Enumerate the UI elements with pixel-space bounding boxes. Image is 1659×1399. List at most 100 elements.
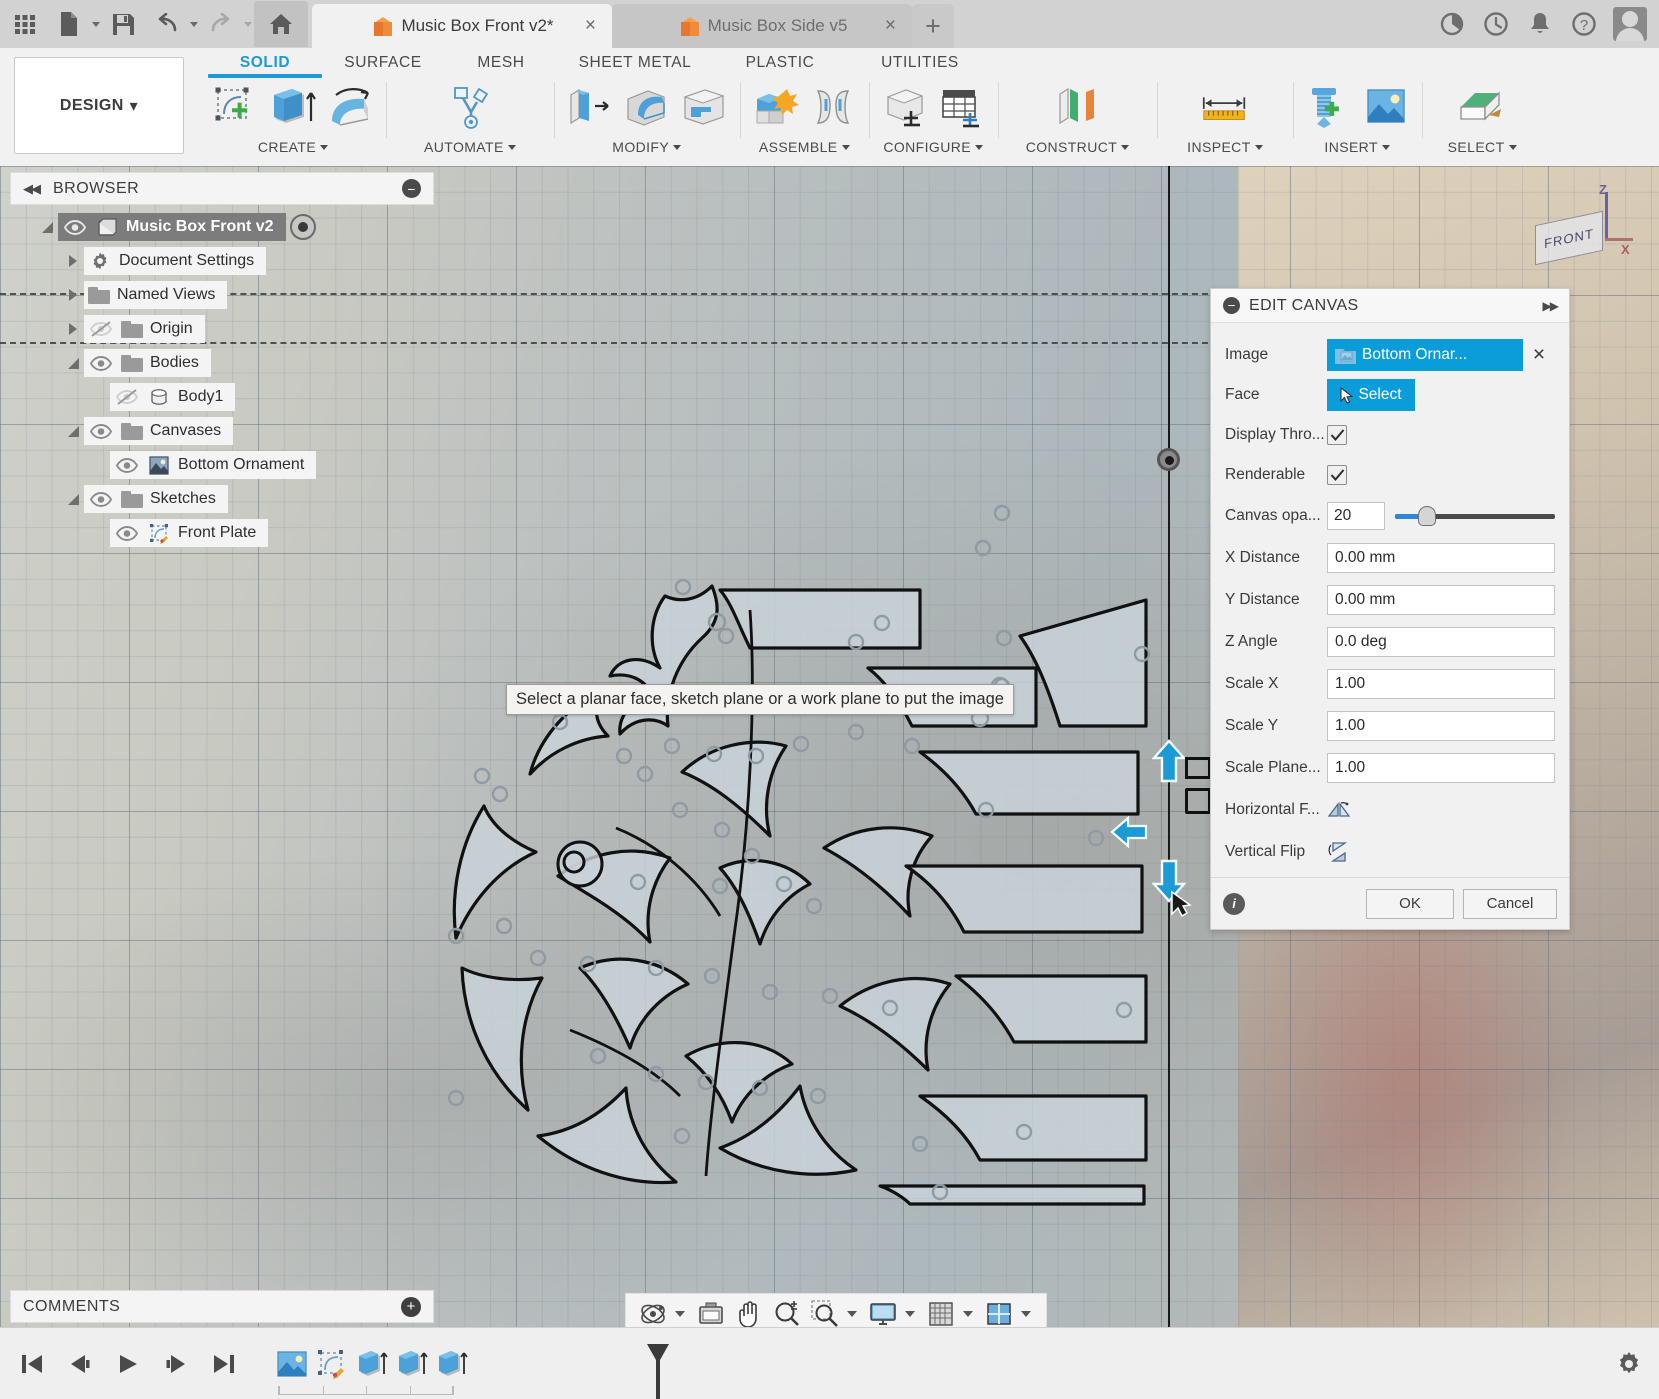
tree-chip[interactable]: Origin [84, 315, 205, 343]
tree-row-sketches[interactable]: Sketches [10, 482, 434, 516]
close-icon[interactable]: × [885, 15, 896, 37]
create-sketch-icon[interactable] [209, 80, 263, 134]
undo-caret-icon[interactable] [190, 22, 198, 27]
home-icon[interactable] [254, 1, 308, 47]
zoom-window-caret-icon[interactable] [847, 1311, 857, 1317]
extrude-feature-icon[interactable] [434, 1346, 470, 1382]
user-avatar[interactable] [1613, 7, 1647, 41]
ok-button[interactable]: OK [1366, 889, 1454, 919]
ribbon-panel-label-create[interactable]: CREATE [258, 136, 328, 158]
look-at-icon[interactable] [694, 1297, 728, 1331]
canvas-scale-handle-1[interactable] [1185, 757, 1211, 779]
redo-icon[interactable] [200, 2, 242, 46]
tree-row-bodies[interactable]: Bodies [10, 346, 434, 380]
x-distance-input[interactable]: 0.00 mm [1327, 543, 1555, 573]
ribbon-panel-label-assemble[interactable]: ASSEMBLE [759, 136, 850, 158]
tree-row-canvases[interactable]: Canvases [10, 414, 434, 448]
collapse-panel-icon[interactable]: ◀◀ [23, 181, 39, 197]
ribbon-tab-solid[interactable]: SOLID [206, 54, 324, 72]
undo-icon[interactable] [146, 2, 188, 46]
eye-hidden-icon[interactable] [88, 316, 114, 342]
orbit-caret-icon[interactable] [675, 1311, 685, 1317]
twisty-open-icon[interactable] [36, 210, 58, 244]
tree-chip[interactable]: Sketches [84, 485, 228, 513]
canvas-opacity-slider[interactable] [1395, 502, 1555, 530]
ribbon-tab-mesh[interactable]: MESH [442, 54, 560, 72]
ribbon-panel-label-inspect[interactable]: INSPECT [1187, 136, 1262, 158]
canvas-move-up-arrow[interactable] [1152, 739, 1186, 783]
ribbon-panel-label-construct[interactable]: CONSTRUCT [1026, 136, 1129, 158]
cancel-button[interactable]: Cancel [1463, 889, 1557, 919]
twisty-closed-icon[interactable] [62, 312, 84, 346]
twisty-open-icon[interactable] [62, 482, 84, 516]
renderable-checkbox[interactable] [1327, 465, 1347, 485]
ribbon-panel-label-modify[interactable]: MODIFY [612, 136, 681, 158]
new-tab-button[interactable]: + [912, 4, 954, 48]
fillet-icon[interactable] [620, 80, 674, 134]
origin-point[interactable] [1157, 448, 1180, 471]
horizontal-flip-icon[interactable] [1327, 800, 1351, 820]
extensions-icon[interactable] [1437, 9, 1467, 39]
help-icon[interactable]: ? [1569, 9, 1599, 39]
y-distance-input[interactable]: 0.00 mm [1327, 585, 1555, 615]
joint-icon[interactable] [806, 80, 860, 134]
comments-panel[interactable]: COMMENTS + [10, 1290, 434, 1323]
save-icon[interactable] [102, 2, 144, 46]
document-tab-1[interactable]: Music Box Side v5 × [612, 4, 912, 48]
tree-chip[interactable]: Body1 [110, 383, 235, 411]
pan-icon[interactable] [732, 1297, 766, 1331]
scale-x-input[interactable]: 1.00 [1327, 669, 1555, 699]
tree-chip[interactable]: Bottom Ornament [110, 451, 316, 479]
grid-snaps-caret-icon[interactable] [963, 1311, 973, 1317]
canvas-opacity-input[interactable]: 20 [1327, 502, 1385, 530]
zoom-window-icon[interactable] [808, 1297, 842, 1331]
extrude-icon[interactable] [266, 80, 320, 134]
shell-icon[interactable] [677, 80, 731, 134]
eye-visible-icon[interactable] [88, 486, 114, 512]
step-back-icon[interactable] [64, 1348, 96, 1380]
extrude-feature-icon[interactable] [394, 1346, 430, 1382]
eye-visible-icon[interactable] [88, 418, 114, 444]
minimize-icon[interactable]: − [402, 179, 421, 198]
tree-row-origin[interactable]: Origin [10, 312, 434, 346]
undo-group[interactable] [146, 2, 198, 46]
view-cube[interactable]: Z X FRONT [1517, 180, 1637, 280]
canvas-scale-handle-2[interactable] [1185, 788, 1211, 814]
step-forward-icon[interactable] [160, 1348, 192, 1380]
eye-visible-icon[interactable] [62, 214, 88, 240]
twisty-closed-icon[interactable] [62, 244, 84, 278]
z-angle-input[interactable]: 0.0 deg [1327, 627, 1555, 657]
clear-image-icon[interactable]: × [1523, 343, 1555, 367]
ribbon-tab-surface[interactable]: SURFACE [324, 54, 442, 72]
app-grid-icon[interactable] [4, 2, 46, 46]
ribbon-tab-sheet-metal[interactable]: SHEET METAL [560, 54, 710, 72]
tree-chip[interactable]: Bodies [84, 349, 211, 377]
ribbon-tab-plastic[interactable]: PLASTIC [710, 54, 850, 72]
tree-row-bottom-ornament[interactable]: Bottom Ornament [10, 448, 434, 482]
slider-handle[interactable] [1418, 506, 1436, 526]
twisty-closed-icon[interactable] [62, 278, 84, 312]
display-settings-icon[interactable] [866, 1297, 900, 1331]
image-select-button[interactable]: Bottom Ornar... [1327, 339, 1523, 371]
offset-plane-icon[interactable] [1050, 80, 1104, 134]
vertical-flip-icon[interactable] [1327, 841, 1351, 863]
revolve-icon[interactable] [323, 80, 377, 134]
play-icon[interactable] [112, 1348, 144, 1380]
viewports-icon[interactable] [982, 1297, 1016, 1331]
display-through-checkbox[interactable] [1327, 425, 1347, 445]
timeline-marker[interactable] [646, 1342, 658, 1399]
grid-snaps-icon[interactable] [924, 1297, 958, 1331]
zoom-icon[interactable] [770, 1297, 804, 1331]
canvas-move-left-arrow[interactable] [1110, 816, 1148, 848]
scale-planar-input[interactable]: 1.00 [1327, 753, 1555, 783]
viewports-caret-icon[interactable] [1021, 1311, 1031, 1317]
dialog-collapse-icon[interactable]: − [1223, 297, 1240, 314]
configure-table-icon[interactable] [935, 80, 989, 134]
eye-visible-icon[interactable] [88, 350, 114, 376]
eye-hidden-icon[interactable] [114, 384, 140, 410]
ribbon-panel-label-automate[interactable]: AUTOMATE [424, 136, 516, 158]
job-status-icon[interactable] [1481, 9, 1511, 39]
workspace-selector[interactable]: DESIGN ▾ [14, 57, 184, 154]
insert-canvas-icon[interactable] [1359, 80, 1413, 134]
new-component-icon[interactable] [749, 80, 803, 134]
